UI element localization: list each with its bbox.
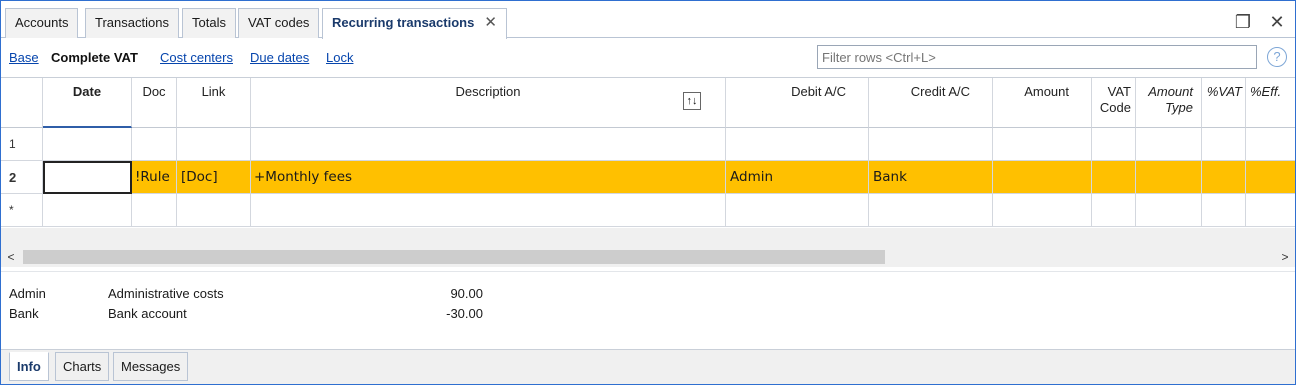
tab-label: Recurring transactions — [332, 15, 475, 30]
grid-empty-area — [1, 228, 1295, 248]
cell-description[interactable]: +Monthly fees — [251, 161, 726, 194]
close-tab-icon[interactable]: ✕ — [484, 9, 497, 37]
horizontal-scrollbar[interactable]: < > — [1, 247, 1295, 267]
tab-totals[interactable]: Totals — [182, 8, 236, 38]
row-number: 2 — [1, 161, 43, 194]
cell-vat-code[interactable] — [1092, 128, 1136, 161]
column-header-vat-percent[interactable]: %VAT — [1202, 78, 1246, 128]
bottom-tab-bar: Info Charts Messages — [1, 349, 1295, 384]
tab-label: VAT codes — [248, 15, 310, 30]
column-header-credit[interactable]: Credit A/C — [869, 78, 993, 128]
cell-description[interactable] — [251, 128, 726, 161]
info-panel: Admin Administrative costs 90.00 Bank Ba… — [1, 271, 1295, 349]
view-complete-vat[interactable]: Complete VAT — [51, 50, 138, 65]
info-account: Bank — [9, 306, 39, 321]
tab-label: Accounts — [15, 15, 69, 30]
cell-link[interactable]: [Doc] — [177, 161, 251, 194]
scroll-right-icon[interactable]: > — [1275, 247, 1295, 267]
view-due-dates-link[interactable]: Due dates — [250, 50, 309, 65]
filter-rows-input[interactable] — [817, 45, 1257, 69]
view-lock-link[interactable]: Lock — [326, 50, 353, 65]
column-header-vat-code[interactable]: VAT Code — [1092, 78, 1136, 128]
view-cost-centers-link[interactable]: Cost centers — [160, 50, 233, 65]
cell-vat-code[interactable] — [1092, 161, 1136, 194]
info-row: Admin Administrative costs 90.00 — [1, 286, 601, 304]
tab-label: Transactions — [95, 15, 169, 30]
transactions-grid: Date Doc Link Description ↑↓ Debit A/C C… — [1, 77, 1295, 248]
cell-date-current[interactable] — [43, 161, 132, 194]
cell-debit[interactable] — [726, 194, 869, 227]
table-tab-bar: Accounts Transactions Totals VAT codes R… — [1, 1, 1295, 39]
tab-charts[interactable]: Charts — [55, 352, 110, 381]
cell-vat-code[interactable] — [1092, 194, 1136, 227]
cell-amount-type[interactable] — [1136, 161, 1202, 194]
cell-eff-percent[interactable] — [1246, 128, 1295, 161]
scroll-left-icon[interactable]: < — [1, 247, 21, 267]
help-icon[interactable]: ? — [1267, 47, 1287, 67]
cell-credit[interactable] — [869, 194, 993, 227]
cell-vat-percent[interactable] — [1202, 128, 1246, 161]
scroll-thumb[interactable] — [23, 250, 885, 264]
row-number-header — [1, 78, 43, 128]
cell-description[interactable] — [251, 194, 726, 227]
tab-info[interactable]: Info — [9, 352, 49, 381]
table-row-selected[interactable]: 2 !Rule [Doc] +Monthly fees Admin Bank — [1, 161, 1295, 194]
info-description: Bank account — [108, 306, 187, 321]
cell-debit[interactable]: Admin — [726, 161, 869, 194]
column-header-amount[interactable]: Amount — [993, 78, 1092, 128]
cell-credit[interactable]: Bank — [869, 161, 993, 194]
info-account: Admin — [9, 286, 46, 301]
cell-doc[interactable]: !Rule — [132, 161, 177, 194]
row-number: 1 — [1, 128, 43, 161]
column-header-eff-percent[interactable]: %Eff. — [1246, 78, 1295, 128]
cell-amount[interactable] — [993, 194, 1092, 227]
info-row: Bank Bank account -30.00 — [1, 306, 601, 324]
info-amount: 90.00 — [450, 286, 483, 301]
tab-vat-codes[interactable]: VAT codes — [238, 8, 320, 38]
column-header-doc[interactable]: Doc — [132, 78, 177, 128]
column-header-debit[interactable]: Debit A/C — [726, 78, 869, 128]
cell-eff-percent[interactable] — [1246, 161, 1295, 194]
cell-amount-type[interactable] — [1136, 194, 1202, 227]
cell-eff-percent[interactable] — [1246, 194, 1295, 227]
cell-vat-percent[interactable] — [1202, 161, 1246, 194]
cell-credit[interactable] — [869, 128, 993, 161]
cell-link[interactable] — [177, 128, 251, 161]
cell-doc[interactable] — [132, 128, 177, 161]
tab-messages[interactable]: Messages — [113, 352, 189, 381]
cell-doc[interactable] — [132, 194, 177, 227]
close-window-icon[interactable]: ✕ — [1265, 10, 1289, 34]
info-description: Administrative costs — [108, 286, 224, 301]
column-header-link[interactable]: Link — [177, 78, 251, 128]
column-header-amount-type[interactable]: Amount Type — [1136, 78, 1202, 128]
table-row-new[interactable]: * — [1, 194, 1295, 227]
table-row[interactable]: 1 — [1, 128, 1295, 161]
app-window: Accounts Transactions Totals VAT codes R… — [0, 0, 1296, 385]
cell-date[interactable] — [43, 128, 132, 161]
row-number: * — [1, 194, 43, 227]
tab-accounts[interactable]: Accounts — [5, 8, 79, 38]
restore-window-icon[interactable]: ❐ — [1231, 10, 1255, 34]
view-bar: Base Complete VAT Cost centers Due dates… — [1, 39, 1295, 77]
cell-debit[interactable] — [726, 128, 869, 161]
column-header-description[interactable]: Description ↑↓ — [251, 78, 726, 128]
tab-transactions[interactable]: Transactions — [85, 8, 179, 38]
cell-amount[interactable] — [993, 161, 1092, 194]
cell-date[interactable] — [43, 194, 132, 227]
info-amount: -30.00 — [446, 306, 483, 321]
cell-link[interactable] — [177, 194, 251, 227]
tab-recurring-transactions[interactable]: Recurring transactions ✕ — [322, 8, 507, 39]
cell-amount-type[interactable] — [1136, 128, 1202, 161]
view-base-link[interactable]: Base — [9, 50, 39, 65]
sort-icon[interactable]: ↑↓ — [683, 92, 701, 110]
tab-label: Totals — [192, 15, 226, 30]
cell-amount[interactable] — [993, 128, 1092, 161]
cell-vat-percent[interactable] — [1202, 194, 1246, 227]
column-header-date[interactable]: Date — [43, 78, 132, 128]
